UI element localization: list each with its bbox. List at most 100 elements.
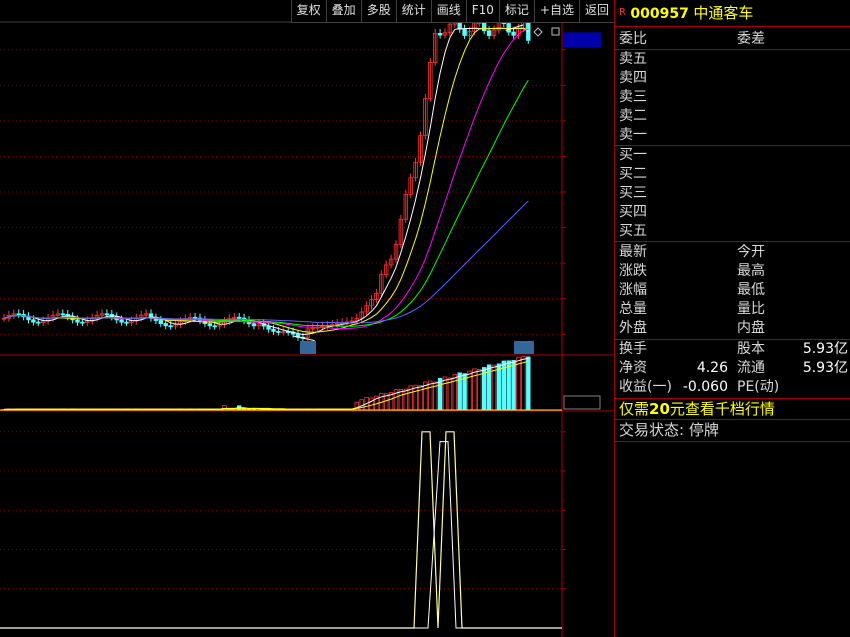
- toolbar-button[interactable]: F10: [465, 0, 499, 22]
- candle: [104, 313, 110, 316]
- toolbar-button[interactable]: 叠加: [325, 0, 361, 22]
- candle: [511, 31, 516, 36]
- quote-label: 内盘: [737, 320, 765, 336]
- promo-suffix: 元查看千档行情: [669, 400, 775, 418]
- eps-row: 收益(一) -0.060 PE(动): [619, 378, 848, 396]
- turnover-row: 换手 股本 5.93亿: [619, 340, 848, 358]
- quote-label: 最新: [619, 244, 647, 260]
- rights-marker: R: [619, 7, 626, 18]
- divider: [615, 441, 850, 442]
- kline-chart[interactable]: [0, 0, 614, 637]
- chart-toolbar: 复权 叠加 多股 统计 画线 F10 标记 +自选 返回: [290, 0, 614, 23]
- candle: [207, 323, 212, 327]
- buy-level-5: 买五: [619, 223, 647, 239]
- divider: [615, 241, 850, 242]
- quote-label: 最高: [737, 263, 765, 279]
- buy-level-4: 买四: [619, 204, 647, 220]
- float-value: 5.93亿: [802, 360, 848, 376]
- quote-label: 总量: [619, 301, 647, 317]
- candle: [124, 321, 129, 324]
- promo-link[interactable]: 仅需20元查看千档行情: [619, 400, 848, 418]
- toolbar-button[interactable]: 返回: [578, 0, 614, 22]
- volume-bar: [491, 364, 497, 411]
- candle: [192, 316, 198, 319]
- sell-level-2: 卖四: [619, 70, 647, 86]
- divider: [615, 419, 850, 420]
- nav-label: 净资: [619, 360, 647, 376]
- buy-level-2: 买二: [619, 166, 647, 182]
- order-diff-label: 委差: [737, 31, 765, 47]
- toolbar-button[interactable]: 多股: [360, 0, 396, 22]
- toolbar-button[interactable]: 画线: [430, 0, 466, 22]
- sell-level-3: 卖三: [619, 89, 647, 105]
- quote-label: 外盘: [619, 320, 647, 336]
- toolbar-button[interactable]: 复权: [290, 0, 326, 22]
- promo-prefix: 仅需: [619, 400, 650, 418]
- buy-level-3: 买三: [619, 185, 647, 201]
- quote-row: 最新 今开: [619, 243, 848, 261]
- turnover-label: 换手: [619, 341, 647, 357]
- volume-bar: [452, 374, 457, 411]
- volume-bar: [496, 363, 502, 411]
- sell-level-5: 卖一: [619, 127, 647, 143]
- moving-average-line: [3, 28, 529, 330]
- quote-row: 涨跌 最高: [619, 262, 848, 280]
- window-marker-icon: [551, 27, 560, 36]
- toolbar-button[interactable]: +自选: [533, 0, 579, 22]
- chart-area[interactable]: [0, 0, 614, 637]
- trade-status-label: 交易状态:: [619, 421, 685, 439]
- volume-bar: [526, 356, 531, 411]
- quote-label: 最低: [737, 282, 765, 298]
- marker-leader: [292, 335, 315, 342]
- candle: [26, 316, 31, 321]
- volume-bar: [521, 356, 526, 411]
- toolbar-button[interactable]: 标记: [498, 0, 534, 22]
- toolbar-button[interactable]: 统计: [395, 0, 431, 22]
- quote-label: 量比: [737, 301, 765, 317]
- candle: [16, 313, 21, 316]
- stock-code: 000957: [630, 6, 689, 22]
- quote-panel: R 000957 中通客车 委比 委差 卖五 卖四 卖三 卖二 卖一 买一 买二 买三 买四买…: [614, 0, 850, 637]
- pe-label: PE(动): [737, 379, 780, 395]
- financial-badge: [300, 341, 316, 354]
- candle: [80, 321, 85, 324]
- quote-row: 总量 量比: [619, 300, 848, 318]
- eps-label: 收益(一): [619, 379, 672, 395]
- volume-bar: [516, 356, 521, 411]
- quote-label: 涨幅: [619, 282, 647, 298]
- volume-bar: [428, 380, 433, 411]
- nav-value: 4.26: [696, 360, 728, 376]
- eps-value: -0.060: [682, 379, 728, 395]
- candle: [60, 313, 65, 316]
- volume-bar: [457, 372, 462, 411]
- candle: [236, 316, 242, 319]
- volume-bar: [437, 377, 443, 411]
- moving-average-line: [3, 27, 529, 333]
- order-ratio-row: 委比 委差: [619, 30, 848, 48]
- volume-bar: [506, 360, 511, 411]
- current-price-box: [563, 32, 601, 48]
- moving-average-line: [3, 79, 529, 327]
- moving-average-line: [3, 200, 529, 324]
- candle: [158, 320, 163, 324]
- divider: [615, 26, 850, 27]
- stock-header[interactable]: R 000957 中通客车: [619, 4, 848, 22]
- sell-level-4: 卖二: [619, 108, 647, 124]
- volume-bar: [477, 368, 482, 411]
- candle: [119, 319, 124, 323]
- candle: [168, 325, 173, 328]
- diamond-marker-icon: [533, 27, 543, 37]
- volume-ma-line: [3, 360, 529, 410]
- candle: [486, 30, 492, 36]
- volume-bar: [413, 384, 418, 411]
- candle: [481, 22, 487, 32]
- divider: [615, 398, 850, 399]
- candle: [36, 321, 41, 324]
- sell-level-1: 卖五: [619, 51, 647, 67]
- volume-ma-line: [3, 357, 529, 410]
- volume-bar: [442, 376, 448, 411]
- candle: [31, 319, 36, 323]
- candle: [276, 330, 281, 333]
- candle: [462, 28, 467, 36]
- stock-name: 中通客车: [693, 4, 754, 22]
